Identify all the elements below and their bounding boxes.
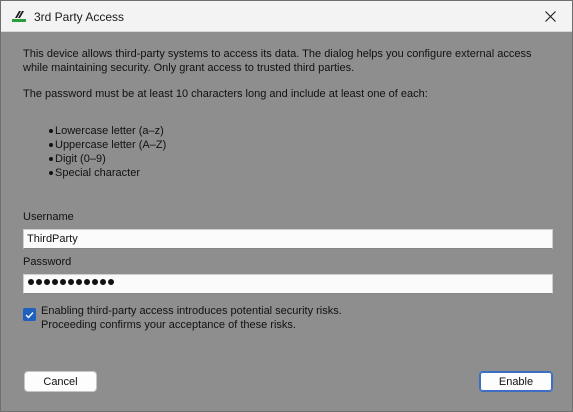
rule-uppercase: Uppercase letter (A–Z) [48,139,167,151]
password-dot [68,279,74,285]
rule-special: Special character [48,166,166,180]
close-button[interactable] [528,1,572,32]
username-input[interactable]: ThirdParty [23,229,553,249]
password-dot [84,279,90,285]
password-dot [76,279,82,285]
username-label: Username [23,211,74,223]
window-title: 3rd Party Access [34,10,125,24]
sennheiser-logo-icon [12,11,26,22]
password-input[interactable] [23,274,553,294]
password-dot [52,279,58,285]
password-dot [60,279,66,285]
consent-line-2: Proceeding confirms your acceptance of t… [41,319,296,331]
title-bar[interactable]: 3rd Party Access [1,1,572,32]
password-dot [36,279,42,285]
rule-digit: Digit (0–9) [48,152,166,166]
password-dot [108,279,114,285]
rule-lowercase: Lowercase letter (a–z) [48,124,166,138]
enable-button[interactable]: Enable [479,371,553,392]
password-rules-list: Lowercase letter (a–z) Uppercase letter … [48,124,167,180]
consent-checkbox[interactable] [23,308,36,321]
consent-label: Enabling third-party access introduces p… [41,304,342,332]
password-dot [28,279,34,285]
password-dot [92,279,98,285]
password-dot [100,279,106,285]
password-label: Password [23,256,72,268]
cancel-button[interactable]: Cancel [24,371,97,392]
intro-text: This device allows third-party systems t… [23,48,532,74]
third-party-access-dialog: 3rd Party Access This device allows thir… [0,0,573,412]
close-icon [544,11,556,22]
password-dot [44,279,50,285]
password-mask [28,279,114,285]
consent-line-1: Enabling third-party access introduces p… [41,305,342,317]
password-requirement-text: The password must be at least 10 charact… [23,88,428,100]
checkmark-icon [25,311,34,319]
